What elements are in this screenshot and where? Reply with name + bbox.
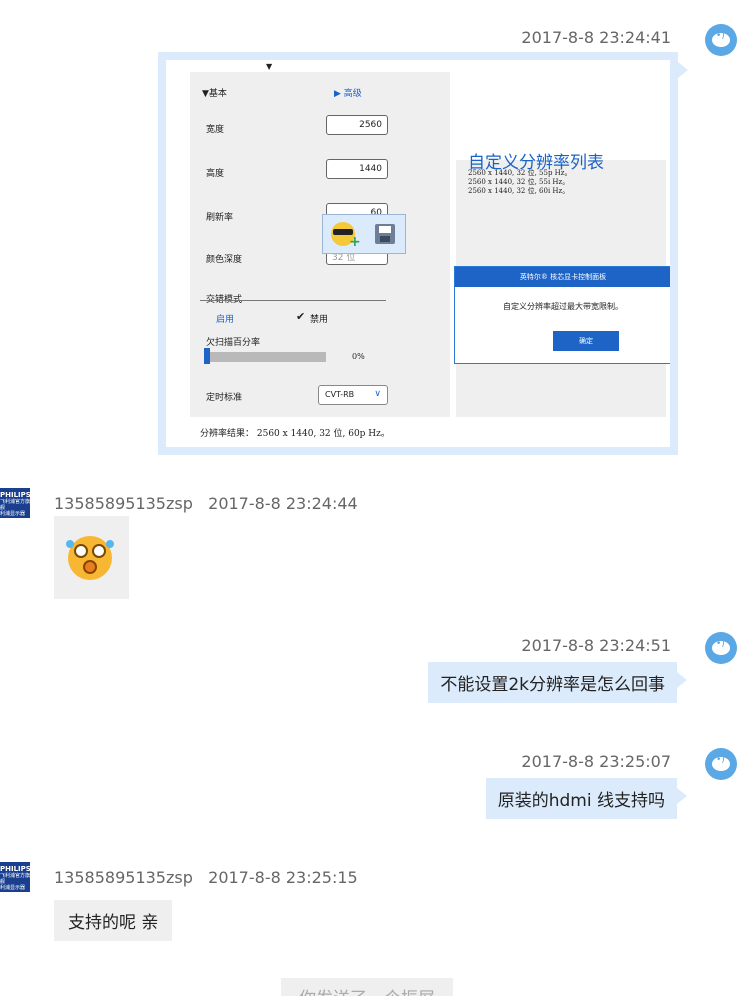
add-icon: + bbox=[349, 234, 361, 250]
display-settings-screenshot: ▼ ▼基本 ▶ 高级 宽度 2560 高度 1440 刷新率 60 颜色深度 3… bbox=[166, 60, 670, 447]
avatar-line1: 飞利浦官方旗舰 bbox=[0, 499, 30, 511]
underscan-slider-thumb bbox=[204, 348, 210, 364]
settings-left-pane bbox=[190, 72, 450, 417]
resolution-list-area bbox=[456, 72, 666, 160]
dialog-message: 自定义分辨率超过最大带宽限制。 bbox=[503, 302, 623, 311]
underscan-slider-track bbox=[204, 352, 326, 362]
advanced-tab: ▶ 高级 bbox=[334, 86, 362, 99]
underscan-value: 0% bbox=[352, 352, 365, 361]
chevron-down-icon: ∨ bbox=[374, 389, 381, 399]
sender-line: 13585895135zsp 2017-8-8 23:25:15 bbox=[54, 868, 358, 887]
message-timestamp: 2017-8-8 23:24:51 bbox=[521, 636, 671, 655]
crying-emoji-icon bbox=[66, 536, 114, 580]
sender-name: 13585895135zsp bbox=[54, 494, 193, 513]
triangle-right-icon: ▶ bbox=[334, 89, 341, 99]
avatar-line2: 利浦显示器 bbox=[0, 885, 26, 891]
sender-name: 13585895135zsp bbox=[54, 868, 193, 887]
error-dialog: 英特尔® 核芯显卡控制面板 自定义分辨率超过最大带宽限制。 确定 bbox=[454, 266, 670, 364]
interlace-label: 交错模式 bbox=[206, 295, 243, 305]
avatar-line1: 飞利浦官方旗舰 bbox=[0, 873, 30, 885]
text-message-bubble[interactable]: 不能设置2k分辨率是怎么回事 bbox=[428, 662, 687, 703]
refresh-label: 刷新率 bbox=[206, 213, 234, 223]
triangle-down-icon: ▼ bbox=[202, 89, 209, 99]
emoji-message-bubble[interactable] bbox=[54, 516, 129, 599]
dialog-ok-button: 确定 bbox=[553, 331, 619, 351]
color-depth-label: 颜色深度 bbox=[206, 255, 243, 265]
basic-tab-label: 基本 bbox=[208, 89, 227, 99]
timing-select-value: CVT-RB bbox=[325, 390, 355, 399]
timing-label: 定时标准 bbox=[206, 393, 243, 403]
divider bbox=[200, 300, 386, 301]
collapse-arrow-icon: ▼ bbox=[266, 62, 273, 71]
underscan-label: 欠扫描百分率 bbox=[206, 338, 261, 348]
message-timestamp: 2017-8-8 23:24:44 bbox=[208, 494, 358, 513]
shake-notice: 你发送了一个振屏 bbox=[281, 978, 453, 996]
tooltip-popup: + bbox=[322, 214, 406, 254]
avatar-brand: PHILIPS bbox=[0, 491, 30, 499]
resolution-result: 分辨率结果： 2560 x 1440, 32 位, 60p Hz。 bbox=[200, 429, 390, 439]
my-avatar[interactable] bbox=[705, 748, 737, 780]
avatar-line2: 利浦显示器 bbox=[0, 511, 26, 517]
text-message-bubble[interactable]: 原装的hdmi 线支持吗 bbox=[485, 778, 688, 819]
width-field: 2560 bbox=[326, 115, 388, 135]
height-label: 高度 bbox=[206, 169, 225, 179]
interlace-disable: 禁用 bbox=[310, 315, 329, 325]
avatar-brand: PHILIPS bbox=[0, 865, 30, 873]
philips-avatar[interactable]: PHILIPS 飞利浦官方旗舰 利浦显示器 bbox=[0, 862, 30, 892]
height-field: 1440 bbox=[326, 159, 388, 179]
advanced-tab-label: 高级 bbox=[343, 89, 362, 99]
text-message-bubble[interactable]: 支持的呢 亲 bbox=[54, 900, 173, 941]
checkmark-icon: ✔ bbox=[296, 310, 306, 323]
basic-tab: ▼基本 bbox=[202, 86, 227, 99]
message-timestamp: 2017-8-8 23:24:41 bbox=[521, 28, 671, 47]
sender-line: 13585895135zsp 2017-8-8 23:24:44 bbox=[54, 494, 358, 513]
philips-avatar[interactable]: PHILIPS 飞利浦官方旗舰 利浦显示器 bbox=[0, 488, 30, 518]
my-avatar[interactable] bbox=[705, 632, 737, 664]
message-timestamp: 2017-8-8 23:25:07 bbox=[521, 752, 671, 771]
my-avatar[interactable] bbox=[705, 24, 737, 56]
list-item: 2560 x 1440, 32 位, 60i Hz。 bbox=[468, 187, 570, 195]
timing-select: CVT-RB ∨ bbox=[318, 385, 388, 405]
message-timestamp: 2017-8-8 23:25:15 bbox=[208, 868, 358, 887]
dialog-title: 英特尔® 核芯显卡控制面板 bbox=[455, 267, 670, 287]
screenshot-message-bubble[interactable]: ▼ ▼基本 ▶ 高级 宽度 2560 高度 1440 刷新率 60 颜色深度 3… bbox=[158, 52, 688, 455]
interlace-enable: 启用 bbox=[216, 315, 235, 325]
width-label: 宽度 bbox=[206, 125, 225, 135]
save-disk-icon bbox=[375, 224, 395, 244]
